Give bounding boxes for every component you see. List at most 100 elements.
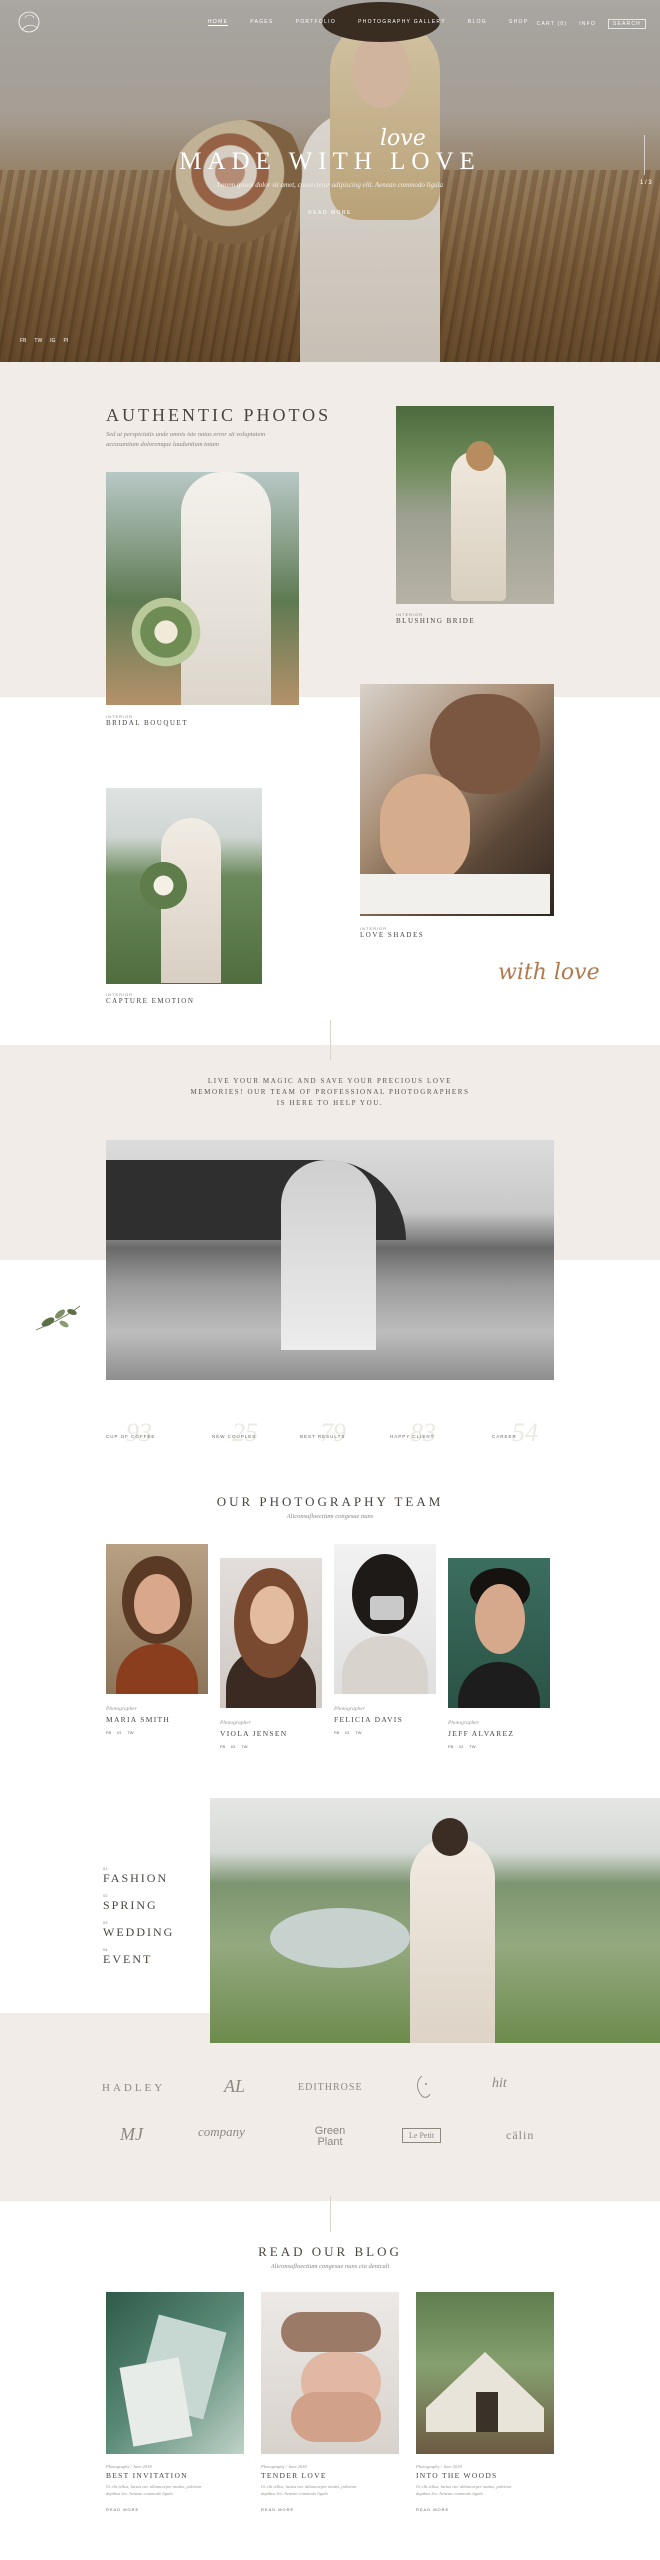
team-member-photo[interactable] [448, 1558, 550, 1708]
info-link[interactable]: INFO [579, 21, 596, 27]
brand-logo-mj[interactable]: MJ [120, 2124, 143, 2145]
brand-logo-hit[interactable]: hit [492, 2076, 507, 2092]
nav-utilities: CART (0) INFO SEARCH [537, 19, 646, 29]
brand-logo-le-petit[interactable]: Le Petit [402, 2128, 442, 2143]
instagram-icon[interactable]: IG [117, 1730, 121, 1735]
blog-post-card: Photography / June 2018 TENDER LOVE Ut e… [261, 2292, 399, 2512]
bridal-bouquet-photo[interactable] [106, 472, 299, 705]
team-member-photo[interactable] [220, 1558, 322, 1708]
twitter-icon[interactable]: TW [241, 1744, 247, 1749]
hero-slider-line [644, 135, 645, 175]
team-member-card: Photographer FELICIA DAVIS FB IG TW [334, 1544, 436, 1735]
love-shades-title[interactable]: LOVE SHADES [360, 931, 424, 939]
team-member-card: Photographer JEFF ALVAREZ FB IG TW [448, 1558, 550, 1749]
twitter-icon[interactable]: TW [34, 338, 42, 344]
blog-post-image[interactable] [261, 2292, 399, 2454]
hero-title: MADE WITH LOVE [179, 148, 481, 175]
team-member-name[interactable]: VIOLA JENSEN [220, 1729, 322, 1738]
brand-logo-calin[interactable]: cälin [506, 2128, 534, 2143]
blog-post-title[interactable]: TENDER LOVE [261, 2471, 399, 2480]
hero-subtitle: Lorem ipsum dolor sit amet, consectetur … [217, 181, 443, 189]
facebook-icon[interactable]: FB [448, 1744, 453, 1749]
team-member-photo[interactable] [334, 1544, 436, 1694]
blog-post-card: Photography / June 2018 INTO THE WOODS U… [416, 2292, 554, 2512]
team-member-name[interactable]: JEFF ALVAREZ [448, 1729, 550, 1738]
blog-post-card: Photography / June 2018 BEST INVITATION … [106, 2292, 244, 2512]
twitter-icon[interactable]: TW [355, 1730, 361, 1735]
read-more-link[interactable]: READ MORE [106, 2507, 244, 2512]
blushing-bride-photo[interactable] [396, 406, 554, 604]
category-fashion[interactable]: 01 FASHION [103, 1866, 168, 1885]
twitter-icon[interactable]: TW [469, 1744, 475, 1749]
love-shades-photo[interactable] [360, 684, 554, 916]
hero-read-more-link[interactable]: READ MORE [0, 210, 660, 216]
team-member-name[interactable]: FELICIA DAVIS [334, 1715, 436, 1724]
nav-photography-gallery[interactable]: PHOTOGRAPHY GALLERY [358, 19, 446, 26]
nav-home[interactable]: HOME [208, 19, 229, 26]
brand-logo-edithrose[interactable]: EDITHROSE [298, 2082, 363, 2093]
blog-post-image[interactable] [106, 2292, 244, 2454]
category-spring[interactable]: 02 SPRING [103, 1893, 158, 1912]
bridal-bouquet-title[interactable]: BRIDAL BOUQUET [106, 719, 188, 727]
stat-career: 54 CAREER [492, 1418, 538, 1447]
blog-subtitle: Aliconsufloectium congesue nuns cia deni… [270, 2263, 390, 2270]
brand-logo-face-icon[interactable] [414, 2074, 436, 2100]
instagram-icon[interactable]: IG [345, 1730, 349, 1735]
brand-logo-company[interactable]: company [198, 2124, 245, 2140]
search-button[interactable]: SEARCH [607, 19, 646, 29]
team-member-name[interactable]: MARIA SMITH [106, 1715, 208, 1724]
facebook-icon[interactable]: FB [106, 1730, 111, 1735]
team-member-card: Photographer MARIA SMITH FB IG TW [106, 1544, 208, 1735]
nav-blog[interactable]: BLOG [468, 19, 487, 26]
blushing-bride-title[interactable]: BLUSHING BRIDE [396, 617, 475, 625]
beach-bride-photo [106, 1140, 554, 1380]
blog-post-image[interactable] [416, 2292, 554, 2454]
instagram-icon[interactable]: IG [50, 338, 55, 344]
read-more-link[interactable]: READ MORE [416, 2507, 554, 2512]
brand-logo-hadley[interactable]: HADLEY [102, 2082, 165, 2094]
stat-cup-of-coffee: 93 CUP OF COFFEE [106, 1418, 156, 1447]
hero-social-links: FB TW IG PI [20, 338, 68, 344]
instagram-icon[interactable]: IG [231, 1744, 235, 1749]
love-shades-caption: INTERIOR LOVE SHADES [360, 926, 425, 939]
brand-logo-al[interactable]: AL [224, 2076, 245, 2097]
nav-shop[interactable]: SHOP [509, 19, 528, 26]
facebook-icon[interactable]: FB [334, 1730, 339, 1735]
hero-slide-counter: 1 / 3 [640, 180, 652, 186]
nav-pages[interactable]: PAGES [250, 19, 273, 26]
leaf-branch-icon [35, 1305, 81, 1331]
capture-emotion-photo[interactable] [106, 788, 262, 984]
authentic-photos-title: AUTHENTIC PHOTOS [106, 405, 332, 425]
capture-emotion-title[interactable]: CAPTURE EMOTION [106, 997, 194, 1005]
team-member-card: Photographer VIOLA JENSEN FB IG TW [220, 1558, 322, 1749]
valley-bride-photo [210, 1798, 660, 2043]
brand-logo-green-plant[interactable]: Green Plant [310, 2126, 350, 2148]
category-event[interactable]: 04 EVENT [103, 1947, 152, 1966]
nav-portfolio[interactable]: PORTFOLIO [296, 19, 337, 26]
twitter-icon[interactable]: TW [127, 1730, 133, 1735]
camera-icon [370, 1596, 404, 1620]
blog-post-title[interactable]: BEST INVITATION [106, 2471, 244, 2480]
cart-link[interactable]: CART (0) [537, 21, 568, 27]
read-more-link[interactable]: READ MORE [261, 2507, 399, 2512]
hero-section: HOME PAGES PORTFOLIO PHOTOGRAPHY GALLERY… [0, 0, 660, 362]
instagram-icon[interactable]: IG [459, 1744, 463, 1749]
stat-happy-client: 83 HAPPY CLIENT [390, 1418, 436, 1447]
blog-post-title[interactable]: INTO THE WOODS [416, 2471, 554, 2480]
blog-title: READ OUR BLOG [258, 2244, 402, 2259]
category-wedding[interactable]: 03 WEDDING [103, 1920, 174, 1939]
blushing-bride-caption: INTERIOR BLUSHING BRIDE [396, 612, 476, 625]
logo-icon[interactable] [14, 8, 44, 38]
quote-text: LIVE YOUR MAGIC AND SAVE YOUR PRECIOUS L… [190, 1077, 470, 1107]
capture-emotion-caption: INTERIOR CAPTURE EMOTION [106, 992, 195, 1005]
stat-best-results: 79 BEST RESULTS [300, 1418, 346, 1447]
with-love-signature: with love [498, 960, 600, 985]
team-subtitle: Aliconsufloectium congesue nuns [286, 1513, 374, 1520]
authentic-photos-subtitle: Sed ut perspiciatis unde omnis iste natu… [106, 431, 266, 448]
facebook-icon[interactable]: FB [20, 338, 26, 344]
team-member-photo[interactable] [106, 1544, 208, 1694]
facebook-icon[interactable]: FB [220, 1744, 225, 1749]
pinterest-icon[interactable]: PI [63, 338, 68, 344]
team-title: OUR PHOTOGRAPHY TEAM [216, 1494, 444, 1509]
bridal-bouquet-caption: INTERIOR BRIDAL BOUQUET [106, 714, 188, 727]
